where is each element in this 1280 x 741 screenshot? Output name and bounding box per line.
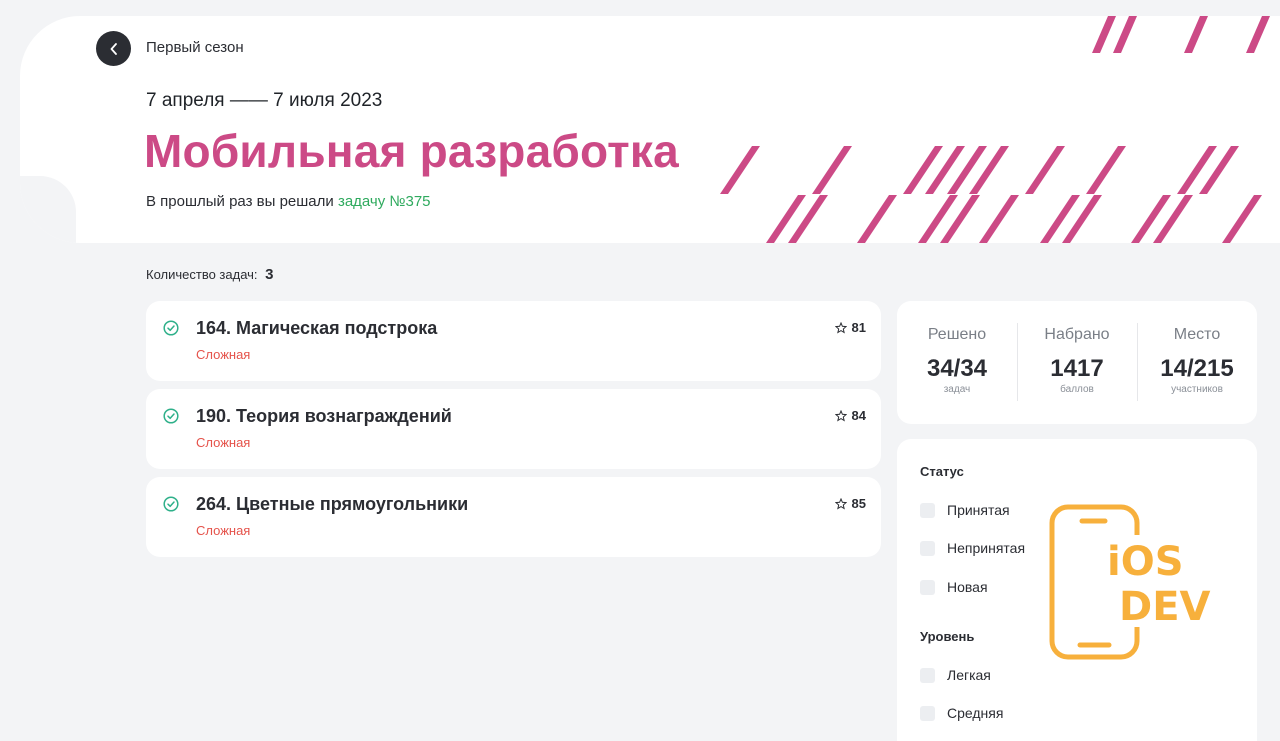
filter-status-new[interactable]: Новая — [920, 579, 988, 595]
filter-group-level-title: Уровень — [920, 629, 975, 644]
task-rating-value: 81 — [851, 320, 866, 335]
star-outline-icon — [834, 409, 847, 422]
task-rating-value: 84 — [851, 408, 866, 423]
task-level: Сложная — [196, 347, 251, 362]
filter-option-label: Непринятая — [947, 540, 1026, 556]
logo-line1: iOS — [1107, 539, 1184, 585]
filter-status-rejected[interactable]: Непринятая — [920, 540, 1025, 556]
stat-label: Набрано — [1044, 326, 1110, 343]
check-circle-icon — [163, 320, 179, 336]
filter-level-easy[interactable]: Легкая — [920, 667, 991, 683]
filter-option-label: Новая — [947, 579, 988, 595]
stat-unit: участников — [1171, 384, 1223, 395]
task-title: 264. Цветные прямоугольники — [196, 494, 469, 514]
filter-group-status-title: Статус — [920, 464, 964, 479]
check-circle-icon — [163, 408, 179, 424]
stat-value: 14/215 — [1160, 355, 1234, 382]
task-count-label: Количество задач: — [146, 267, 258, 282]
task-count: Количество задач: 3 — [146, 266, 274, 283]
task-card[interactable]: 190. Теория вознаграждений Сложная 84 — [146, 389, 881, 469]
logo-line2: DEV — [1119, 584, 1211, 630]
star-outline-icon — [834, 321, 847, 334]
task-list: 164. Магическая подстрока Сложная 81 190… — [146, 301, 881, 565]
task-count-value: 3 — [265, 266, 274, 283]
page: Первый сезон 7 апреля —— 7 июля 2023 Моб… — [0, 0, 1280, 741]
filter-option-label: Принятая — [947, 502, 1010, 518]
task-card[interactable]: 264. Цветные прямоугольники Сложная 85 — [146, 477, 881, 557]
filters-card: Статус Принятая Непринятая Новая Уровень… — [897, 439, 1257, 741]
task-rating: 81 — [834, 320, 866, 335]
season-name: Первый сезон — [146, 39, 244, 56]
stat-unit: задач — [943, 384, 971, 395]
stat-value: 1417 — [1050, 355, 1104, 382]
back-button[interactable] — [96, 31, 131, 66]
task-rating: 84 — [834, 408, 866, 423]
filter-level-medium[interactable]: Средняя — [920, 705, 1003, 721]
last-task-link[interactable]: задачу №375 — [338, 193, 431, 210]
task-rating-value: 85 — [851, 496, 866, 511]
checkbox[interactable] — [920, 502, 935, 518]
last-task-prefix: В прошлый раз вы решали — [146, 193, 338, 210]
stat-label: Решено — [927, 326, 987, 343]
stat-value: 34/34 — [926, 355, 988, 382]
filter-status-accepted[interactable]: Принятая — [920, 502, 1010, 518]
filter-option-label: Средняя — [947, 705, 1004, 721]
ios-dev-logo: iOS DEV — [1049, 504, 1215, 660]
stat-place: Место 14/215 участников — [1137, 301, 1257, 424]
task-title: 190. Теория вознаграждений — [196, 406, 452, 426]
stats-card: Решено 34/34 задач Набрано 1417 баллов М… — [897, 301, 1257, 424]
last-task-note: В прошлый раз вы решали задачу №375 — [146, 193, 431, 210]
task-title: 164. Магическая подстрока — [196, 318, 438, 338]
task-card[interactable]: 164. Магическая подстрока Сложная 81 — [146, 301, 881, 381]
filter-option-label: Легкая — [947, 667, 991, 683]
stat-score: Набрано 1417 баллов — [1017, 301, 1137, 424]
check-circle-icon — [163, 496, 179, 512]
stat-solved: Решено 34/34 задач — [897, 301, 1017, 424]
checkbox[interactable] — [920, 540, 935, 556]
stat-label: Место — [1173, 326, 1221, 343]
stat-unit: баллов — [1060, 384, 1094, 395]
chevron-left-icon — [110, 42, 117, 55]
task-level: Сложная — [196, 435, 251, 450]
checkbox[interactable] — [920, 705, 935, 721]
task-level: Сложная — [196, 523, 251, 538]
season-dates: 7 апреля —— 7 июля 2023 — [146, 90, 383, 111]
page-title: Мобильная разработка — [144, 125, 679, 177]
checkbox[interactable] — [920, 667, 935, 683]
task-rating: 85 — [834, 496, 866, 511]
checkbox[interactable] — [920, 579, 935, 595]
star-outline-icon — [834, 497, 847, 510]
